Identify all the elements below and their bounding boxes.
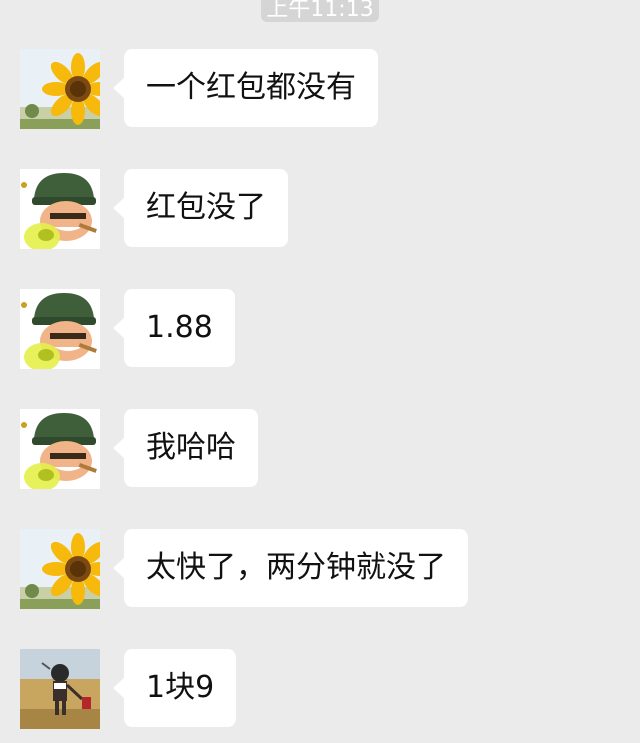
helmet-cartoon-avatar[interactable]	[20, 289, 100, 369]
field-figure-avatar[interactable]	[20, 649, 100, 729]
message-bubble[interactable]: 一个红包都没有	[113, 49, 378, 127]
message-bubble[interactable]: 我哈哈	[113, 409, 258, 487]
message-bubble[interactable]: 红包没了	[113, 169, 288, 247]
message-bubble[interactable]: 太快了，两分钟就没了	[113, 529, 468, 607]
sunflower-avatar[interactable]	[20, 529, 100, 609]
timestamp: 上午11:13	[261, 0, 379, 22]
message-bubble[interactable]: 1.88	[113, 289, 235, 367]
sunflower-avatar[interactable]	[20, 49, 100, 129]
helmet-cartoon-avatar[interactable]	[20, 169, 100, 249]
message-bubble[interactable]: 1块9	[112, 649, 237, 727]
helmet-cartoon-avatar[interactable]	[20, 409, 100, 489]
